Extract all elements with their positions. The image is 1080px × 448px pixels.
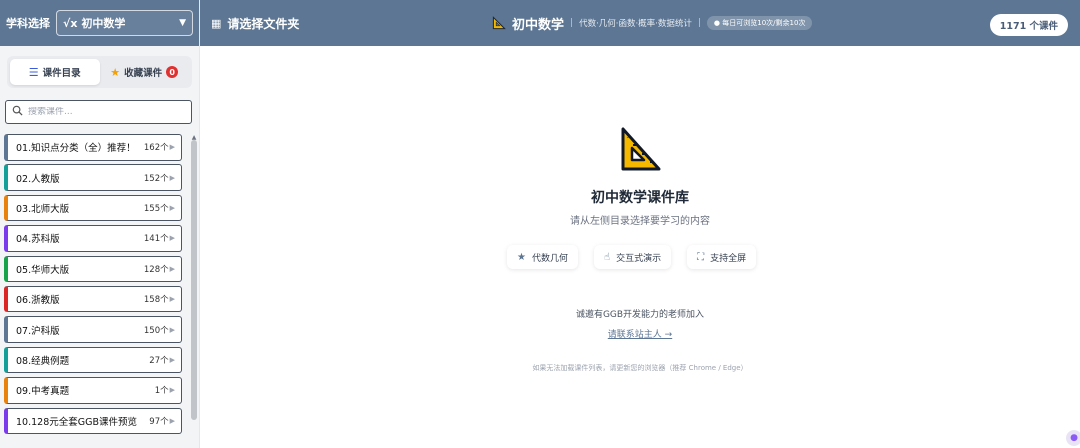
feature-label: 代数几何 [531,253,568,264]
course-folder-name: 01.知识点分类（全）推荐！ [16,143,136,155]
tab-favorites[interactable]: ★ 收藏课件 0 [100,59,190,85]
arrow-right-icon: ▶ [169,416,175,425]
feature-interactive-demo: ☝ 交互式演示 [593,245,672,269]
course-folder-count: 27个 [149,355,169,366]
top-bar: ▦ 请选择文件夹 初中数学 | 代数·几何·函数·概率·数据统计 | ● 每日可… [200,0,1080,46]
arrow-right-icon: ▶ [169,355,175,364]
search-icon [12,105,23,119]
course-folder-item[interactable]: 07.沪科版 150个 ▶ [4,316,182,343]
star-icon: ★ [517,251,526,263]
course-folder-count: 97个 [149,416,169,427]
feature-label: 交互式演示 [616,253,662,264]
grid-icon: ▦ [211,16,222,30]
subject-header: 学科选择 √x 初中数学 ▼ [0,0,199,46]
star-icon: ★ [110,65,121,79]
course-folder-count: 158个 [143,295,169,306]
main-content: 初中数学课件库 请从左侧目录选择要学习的内容 ★ 代数几何 ☝ 交互式演示 ⛶ … [200,46,1080,448]
sqrt-icon: √x [63,16,78,30]
course-folder-item[interactable]: 02.人教版 152个 ▶ [4,164,182,191]
arrow-right-icon: ▶ [169,264,175,273]
subject-select[interactable]: √x 初中数学 ▼ [56,10,193,36]
course-folder-count: 128个 [143,264,169,275]
folder-label: 请选择文件夹 [227,16,300,31]
course-folder-count: 152个 [143,173,169,184]
assistant-icon[interactable]: ● [1066,430,1080,446]
page-title: 初中数学 [512,17,565,33]
course-folder-name: 10.128元全套GGB课件预览 [16,416,137,428]
divider: | [570,18,574,28]
course-folder-count: 155个 [143,204,169,215]
set-square-icon [492,16,506,30]
library-subtitle: 请从左侧目录选择要学习的内容 [570,216,710,227]
course-list-container: 01.知识点分类（全）推荐！ 162个 ▶ 02.人教版 152个 ▶ 03.北师大版 155… [0,134,200,448]
arrow-right-icon: ▶ [169,204,175,213]
course-folder-name: 07.沪科版 [16,325,60,337]
search-box [5,100,192,124]
pointer-hand-icon: ☝ [603,251,611,263]
course-folder-item[interactable]: 06.浙教版 158个 ▶ [4,285,182,313]
course-folder-item[interactable]: 01.知识点分类（全）推荐！ 162个 ▶ [4,134,182,161]
page-subtitle: 代数·几何·函数·概率·数据统计 [579,19,692,29]
list-icon: ☰ [28,65,39,79]
feature-label: 支持全屏 [710,253,747,264]
course-folder-name: 02.人教版 [16,173,60,185]
arrow-right-icon: ▶ [169,295,175,304]
tab-label: 收藏课件 [124,68,163,79]
feature-list: ★ 代数几何 ☝ 交互式演示 ⛶ 支持全屏 [507,245,757,269]
course-folder-count: 162个 [143,143,169,154]
scrollbar-thumb[interactable] [191,140,197,420]
contact-link[interactable]: 请联系站主人 → [608,330,672,340]
fullscreen-icon: ⛶ [697,251,705,263]
browser-note: 如果无法加载课件列表，请更新您的浏览器（推荐 Chrome / Edge） [532,364,748,372]
course-folder-item[interactable]: 09.中考真题 1个 ▶ [4,377,182,404]
invite-text: 诚邀有GGB开发能力的老师加入 [575,310,705,320]
scrollbar[interactable]: ▲ [190,134,198,424]
course-folder-name: 03.北师大版 [16,204,70,216]
subject-label: 学科选择 [6,17,50,30]
search-input[interactable] [28,107,178,117]
course-folder-item[interactable]: 05.华师大版 128个 ▶ [4,255,182,283]
chevron-down-icon: ▼ [179,18,186,28]
sidebar-tabs: ☰ 课件目录 ★ 收藏课件 0 [7,56,192,88]
course-folder-name: 04.苏科版 [16,234,60,246]
arrow-right-icon: ▶ [169,143,175,152]
course-list: 01.知识点分类（全）推荐！ 162个 ▶ 02.人教版 152个 ▶ 03.北师大版 155… [4,134,182,438]
subject-value: 初中数学 [81,17,126,30]
course-folder-name: 09.中考真题 [16,386,70,398]
course-folder-name: 05.华师大版 [16,264,70,276]
divider: | [697,18,701,28]
course-folder-item[interactable]: 08.经典例题 27个 ▶ [4,346,182,374]
library-title: 初中数学课件库 [591,190,689,206]
course-folder-name: 08.经典例题 [16,355,70,367]
visit-limit-text: 每日可浏览10次/剩余10次 [722,19,806,27]
course-folder-item[interactable]: 10.128元全套GGB课件预览 97个 ▶ [4,407,182,435]
arrow-right-icon: ▶ [169,386,175,395]
contact-link-wrap: 请联系站主人 → [200,327,1080,340]
tab-label: 课件目录 [42,68,81,79]
course-folder-count: 141个 [143,234,169,245]
page-title-group: 初中数学 | 代数·几何·函数·概率·数据统计 | ● 每日可浏览10次/剩余1… [492,0,813,46]
set-square-icon [621,127,661,171]
course-folder-item[interactable]: 03.北师大版 155个 ▶ [4,194,182,222]
visit-limit-badge: ● 每日可浏览10次/剩余10次 [706,16,813,30]
course-folder-count: 1个 [154,386,169,397]
favorites-count-badge: 0 [166,66,179,78]
tab-course-directory[interactable]: ☰ 课件目录 [10,59,100,85]
feature-fullscreen: ⛶ 支持全屏 [687,245,757,269]
course-count-badge: 1171 个课件 [989,14,1068,36]
arrow-right-icon: ▶ [169,234,175,243]
course-folder-item[interactable]: 04.苏科版 141个 ▶ [4,225,182,252]
arrow-right-icon: ▶ [169,325,175,334]
feature-algebra-geometry: ★ 代数几何 [507,245,578,269]
course-folder-name: 06.浙教版 [16,295,60,307]
course-folder-count: 150个 [143,325,169,336]
folder-selector[interactable]: ▦ 请选择文件夹 [211,15,299,32]
arrow-right-icon: ▶ [169,173,175,182]
sidebar: 学科选择 √x 初中数学 ▼ ☰ 课件目录 ★ 收藏课件 0 01.知识点分类（… [0,0,200,448]
